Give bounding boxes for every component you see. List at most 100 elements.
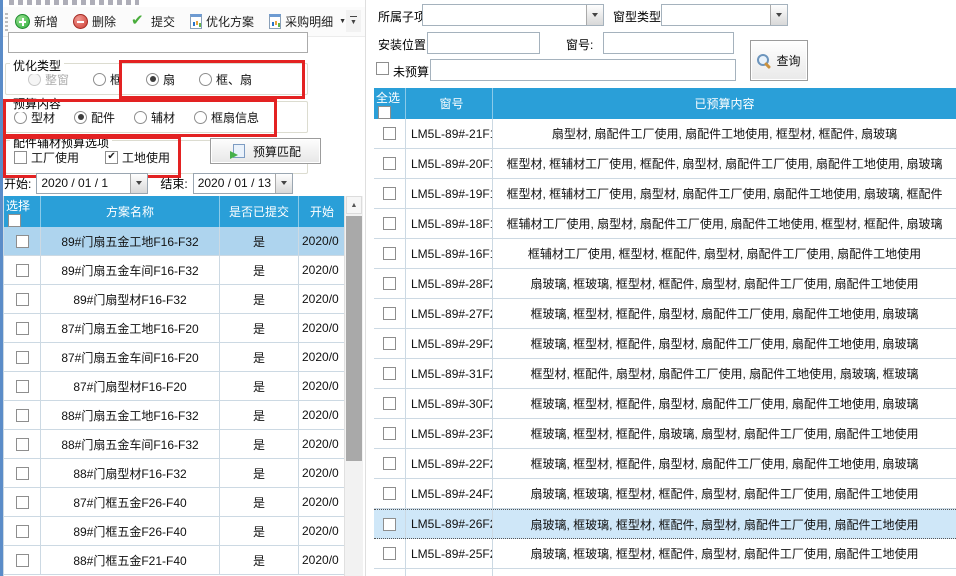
query-button-label: 查询	[776, 52, 800, 69]
plan-row[interactable]: 87#门扇型材F16-F20 是 2020/0	[4, 372, 345, 401]
plan-row[interactable]: 87#门框五金F26-F40 是 2020/0	[4, 488, 345, 517]
plan-name-cell: 89#门框五金F26-F40	[41, 517, 220, 545]
plan-table-header: 选择 方案名称 是否已提交 开始	[4, 196, 345, 227]
plan-row[interactable]: 88#门扇五金车间F16-F32 是 2020/0	[4, 430, 345, 459]
install-pos-input[interactable]	[427, 32, 540, 54]
row-checkbox[interactable]	[16, 351, 29, 364]
usage-checkbox-item[interactable]: 工厂使用	[14, 149, 79, 166]
window-no-input[interactable]	[603, 32, 734, 54]
optimize-type-radio[interactable]: 框	[93, 71, 122, 88]
select-all-checkbox[interactable]	[378, 106, 391, 119]
window-type-combo[interactable]	[661, 4, 788, 26]
usage-checkbox-item[interactable]: 工地使用	[105, 149, 170, 166]
table-row-empty	[374, 569, 956, 576]
plan-row[interactable]: 89#门扇五金车间F16-F32 是 2020/0	[4, 256, 345, 285]
plan-table-scrollbar[interactable]: ▲	[344, 196, 363, 576]
plan-row[interactable]: 88#门框五金F21-F40 是 2020/0	[4, 546, 345, 575]
no-budget-input[interactable]	[430, 59, 736, 81]
budget-row[interactable]: LM5L-89#-29F27 框玻璃, 框型材, 框配件, 扇型材, 扇配件工厂…	[374, 329, 956, 359]
keyword-input[interactable]	[8, 32, 308, 53]
row-checkbox[interactable]	[383, 457, 396, 470]
budget-content-radio[interactable]: 配件	[74, 109, 115, 126]
radio-label: 框扇信息	[211, 109, 259, 126]
row-checkbox[interactable]	[16, 467, 29, 480]
budget-row[interactable]: LM5L-89#-28F26 扇玻璃, 框玻璃, 框型材, 框配件, 扇型材, …	[374, 269, 956, 299]
start-date-picker[interactable]: 2020 / 01 / 1	[36, 173, 148, 194]
row-checkbox[interactable]	[383, 427, 396, 440]
budget-row[interactable]: LM5L-89#-16F15 框辅材工厂使用, 框型材, 框配件, 扇型材, 扇…	[374, 239, 956, 269]
plan-row[interactable]: 87#门扇五金工地F16-F20 是 2020/0	[4, 314, 345, 343]
plan-row[interactable]: 88#门扇型材F16-F32 是 2020/0	[4, 459, 345, 488]
budget-row[interactable]: LM5L-89#-24F22 扇玻璃, 框玻璃, 框型材, 框配件, 扇型材, …	[374, 479, 956, 509]
scrollbar-thumb[interactable]	[346, 216, 362, 461]
plan-row[interactable]: 89#门扇五金工地F16-F32 是 2020/0	[4, 227, 345, 256]
row-checkbox[interactable]	[383, 518, 396, 531]
budget-content-radio[interactable]: 辅材	[134, 109, 175, 126]
toolbar-button-label: 优化方案	[206, 13, 254, 30]
row-checkbox[interactable]	[16, 264, 29, 277]
row-checkbox[interactable]	[16, 293, 29, 306]
row-checkbox[interactable]	[383, 547, 396, 560]
end-date-dropdown-icon[interactable]	[275, 174, 292, 193]
row-checkbox[interactable]	[383, 127, 396, 140]
plan-submitted-cell: 是	[220, 343, 299, 371]
window-no-cell: LM5L-89#-19F17	[406, 179, 493, 208]
budget-row[interactable]: LM5L-89#-21F19 扇型材, 扇配件工厂使用, 扇配件工地使用, 框型…	[374, 119, 956, 149]
row-checkbox[interactable]	[383, 277, 396, 290]
toolbar-button[interactable]: 新增 ▼	[14, 11, 59, 32]
toolbar-button-icon	[131, 14, 147, 30]
row-checkbox[interactable]	[16, 525, 29, 538]
optimize-type-radio[interactable]: 扇	[146, 71, 175, 88]
plan-row[interactable]: 87#门扇五金车间F16-F20 是 2020/0	[4, 343, 345, 372]
plan-row[interactable]: 89#门扇型材F16-F32 是 2020/0	[4, 285, 345, 314]
budget-row[interactable]: LM5L-89#-25F23 扇玻璃, 框玻璃, 框型材, 框配件, 扇型材, …	[374, 539, 956, 569]
query-button[interactable]: 查询	[750, 40, 808, 81]
sub-item-combo[interactable]	[422, 4, 604, 26]
plan-row[interactable]: 88#门扇五金工地F16-F32 是 2020/0	[4, 401, 345, 430]
row-checkbox[interactable]	[383, 337, 396, 350]
scrollbar-up-icon[interactable]: ▲	[346, 196, 362, 214]
row-checkbox[interactable]	[383, 487, 396, 500]
plan-row[interactable]: 89#门框五金F26-F40 是 2020/0	[4, 517, 345, 546]
toolbar-button[interactable]: 提交 ▼	[130, 11, 176, 32]
row-checkbox[interactable]	[16, 554, 29, 567]
window-type-dropdown-icon[interactable]	[770, 5, 787, 25]
toolbar-grip[interactable]	[5, 13, 8, 31]
radio-label: 扇	[163, 71, 175, 88]
start-date-dropdown-icon[interactable]	[130, 174, 147, 193]
row-checkbox[interactable]	[16, 380, 29, 393]
row-checkbox[interactable]	[383, 307, 396, 320]
row-checkbox[interactable]	[383, 157, 396, 170]
budget-row[interactable]: LM5L-89#-20F18 框型材, 框辅材工厂使用, 框配件, 扇型材, 扇…	[374, 149, 956, 179]
row-checkbox[interactable]	[16, 438, 29, 451]
toolbar-overflow-button[interactable]: ▼	[346, 10, 361, 32]
select-all-checkbox[interactable]	[8, 214, 21, 227]
row-checkbox[interactable]	[383, 397, 396, 410]
row-checkbox[interactable]	[16, 496, 29, 509]
search-icon	[757, 54, 771, 68]
budget-row[interactable]: LM5L-89#-31F29 框型材, 框配件, 扇型材, 扇配件工厂使用, 扇…	[374, 359, 956, 389]
budget-row[interactable]: LM5L-89#-30F28 框玻璃, 框型材, 框配件, 扇型材, 扇配件工厂…	[374, 389, 956, 419]
budget-row[interactable]: LM5L-89#-23F21 框玻璃, 框型材, 框配件, 扇玻璃, 扇型材, …	[374, 419, 956, 449]
row-checkbox[interactable]	[383, 367, 396, 380]
row-checkbox[interactable]	[16, 235, 29, 248]
row-checkbox[interactable]	[16, 322, 29, 335]
row-checkbox[interactable]	[383, 247, 396, 260]
budget-match-button[interactable]: 预算匹配	[210, 138, 321, 164]
row-checkbox[interactable]	[383, 187, 396, 200]
budget-row[interactable]: LM5L-89#-26F24 扇玻璃, 框玻璃, 框型材, 框配件, 扇型材, …	[374, 509, 956, 539]
optimize-type-radio[interactable]: 框、扇	[199, 71, 252, 88]
budget-row[interactable]: LM5L-89#-22F20 框玻璃, 框型材, 框配件, 扇型材, 扇配件工厂…	[374, 449, 956, 479]
toolbar-button[interactable]: 删除 ▼	[72, 11, 117, 32]
toolbar-button[interactable]: 采购明细 ▼	[268, 11, 347, 32]
sub-item-dropdown-icon[interactable]	[586, 5, 603, 25]
row-checkbox[interactable]	[383, 217, 396, 230]
toolbar-button[interactable]: 优化方案 ▼	[189, 11, 255, 32]
end-date-picker[interactable]: 2020 / 01 / 13	[193, 173, 293, 194]
budget-content-radio[interactable]: 框扇信息	[194, 109, 259, 126]
row-checkbox[interactable]	[16, 409, 29, 422]
no-budget-checkbox[interactable]	[376, 62, 389, 75]
budget-row[interactable]: LM5L-89#-19F17 框型材, 框辅材工厂使用, 扇型材, 扇配件工厂使…	[374, 179, 956, 209]
budget-row[interactable]: LM5L-89#-27F25 框玻璃, 框型材, 框配件, 扇型材, 扇配件工厂…	[374, 299, 956, 329]
budget-row[interactable]: LM5L-89#-18F16 框辅材工厂使用, 扇型材, 扇配件工厂使用, 扇配…	[374, 209, 956, 239]
